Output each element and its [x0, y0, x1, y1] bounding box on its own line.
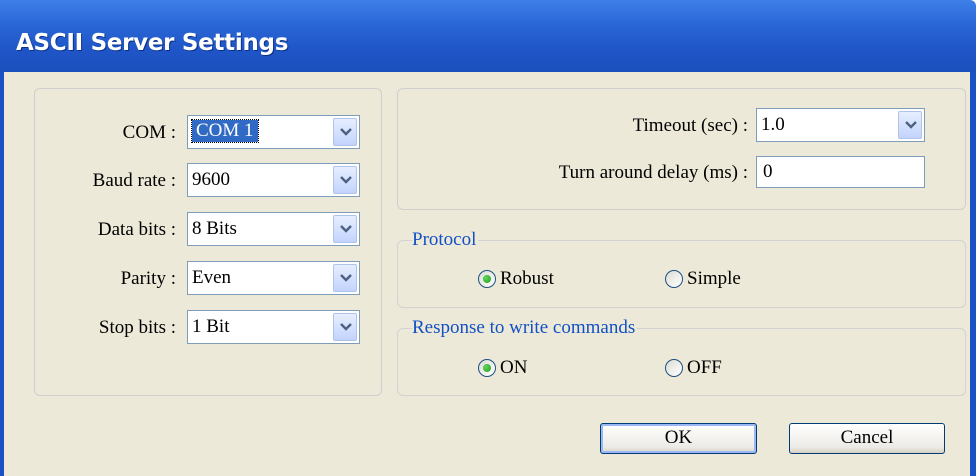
protocol-simple-label: Simple: [687, 268, 741, 289]
response-off-label: OFF: [687, 357, 722, 378]
stop-bits-dropdown-button[interactable]: [333, 313, 357, 341]
cancel-button[interactable]: Cancel: [789, 423, 945, 454]
data-bits-dropdown-button[interactable]: [333, 215, 357, 243]
chevron-down-icon: [340, 323, 352, 331]
com-value: COM 1: [191, 119, 259, 143]
timeout-label: Timeout (sec) :: [632, 115, 748, 136]
parity-label: Parity :: [120, 268, 176, 289]
com-select[interactable]: COM 1: [187, 115, 360, 149]
com-dropdown-button[interactable]: [333, 118, 357, 146]
chevron-down-icon: [340, 225, 352, 233]
window-frame-right: [970, 72, 976, 476]
timing-panel: [397, 88, 966, 210]
turnaround-delay-value: 0: [763, 161, 773, 182]
data-bits-select[interactable]: 8 Bits: [187, 212, 360, 246]
data-bits-label: Data bits :: [97, 219, 176, 240]
turnaround-delay-label: Turn around delay (ms) :: [558, 162, 748, 183]
stop-bits-label: Stop bits :: [98, 317, 176, 338]
radio-checked-icon: [478, 359, 496, 377]
response-on-label: ON: [500, 357, 528, 378]
com-label: COM :: [122, 122, 176, 143]
stop-bits-value: 1 Bit: [192, 316, 230, 337]
baud-rate-value: 9600: [192, 169, 230, 190]
timeout-value: 1.0: [761, 114, 785, 135]
chevron-down-icon: [340, 128, 352, 136]
parity-dropdown-button[interactable]: [333, 264, 357, 292]
dialog-window: ASCII Server Settings COM : COM 1 Baud r…: [0, 0, 976, 476]
ok-button[interactable]: OK: [600, 423, 757, 454]
baud-rate-dropdown-button[interactable]: [333, 166, 357, 194]
window-title: ASCII Server Settings: [16, 30, 289, 56]
title-bar[interactable]: ASCII Server Settings: [0, 0, 976, 72]
radio-checked-icon: [478, 270, 496, 288]
protocol-robust-label: Robust: [500, 268, 554, 289]
data-bits-value: 8 Bits: [192, 218, 237, 239]
protocol-legend: Protocol: [412, 229, 479, 250]
timeout-dropdown-button[interactable]: [898, 111, 922, 139]
parity-value: Even: [192, 267, 232, 288]
radio-unchecked-icon: [665, 359, 683, 377]
chevron-down-icon: [340, 274, 352, 282]
radio-unchecked-icon: [665, 270, 683, 288]
baud-rate-select[interactable]: 9600: [187, 163, 360, 197]
chevron-down-icon: [905, 121, 917, 129]
stop-bits-select[interactable]: 1 Bit: [187, 310, 360, 344]
timeout-select[interactable]: 1.0: [756, 108, 925, 142]
response-legend: Response to write commands: [412, 317, 638, 338]
baud-rate-label: Baud rate :: [92, 170, 176, 191]
parity-select[interactable]: Even: [187, 261, 360, 295]
chevron-down-icon: [340, 176, 352, 184]
turnaround-delay-input[interactable]: 0: [756, 156, 925, 188]
dialog-client-area: COM : COM 1 Baud rate : 9600 Data bits :…: [4, 72, 970, 476]
